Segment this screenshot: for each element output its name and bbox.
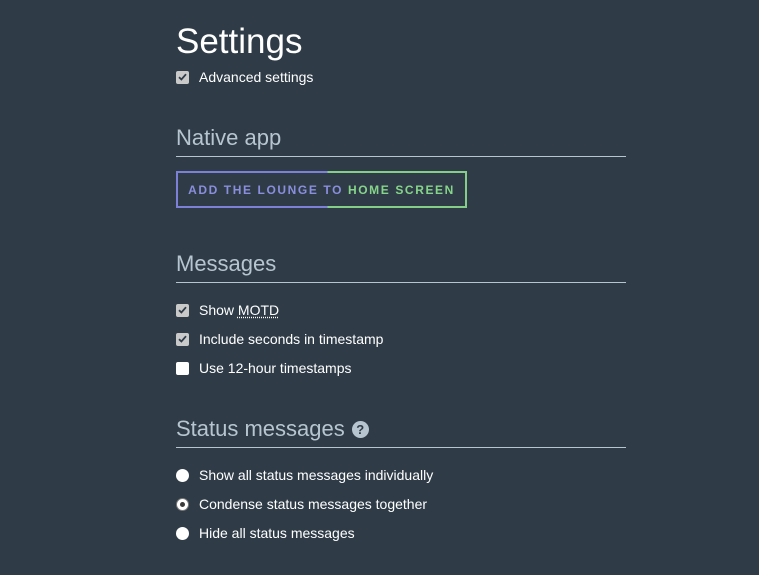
- use-12-hour-label: Use 12-hour timestamps: [199, 360, 352, 376]
- show-motd-checkbox[interactable]: Show MOTD: [176, 300, 279, 320]
- add-to-home-screen-button[interactable]: Add The Lounge to home screen: [176, 171, 467, 208]
- use-12-hour-checkbox[interactable]: Use 12-hour timestamps: [176, 358, 352, 378]
- status-option-condense-label: Condense status messages together: [199, 496, 428, 512]
- status-option-hide-all[interactable]: Hide all status messages: [176, 523, 355, 543]
- checkbox-checked-icon[interactable]: [176, 332, 189, 346]
- radio-unselected-icon[interactable]: [176, 526, 189, 540]
- motd-abbreviation: MOTD: [237, 302, 280, 318]
- include-seconds-label: Include seconds in timestamp: [199, 331, 384, 347]
- advanced-settings-checkbox[interactable]: Advanced settings: [176, 67, 313, 87]
- native-app-heading: Native app: [176, 125, 282, 150]
- show-motd-label-prefix: Show: [199, 302, 238, 318]
- include-seconds-checkbox[interactable]: Include seconds in timestamp: [176, 329, 383, 349]
- checkbox-checked-icon[interactable]: [176, 70, 189, 84]
- status-option-show-all[interactable]: Show all status messages individually: [176, 465, 433, 485]
- radio-dot: [180, 501, 185, 507]
- status-option-hide-all-label: Hide all status messages: [199, 525, 355, 541]
- status-messages-heading-row: Status messages?: [176, 415, 626, 443]
- checkbox-checked-icon[interactable]: [176, 303, 189, 317]
- radio-unselected-icon[interactable]: [176, 468, 189, 482]
- add-to-home-screen-label-part1: Add The Lounge to: [188, 182, 344, 197]
- checkbox-unchecked-icon[interactable]: [176, 361, 189, 375]
- status-messages-section-header: Status messages?: [176, 415, 626, 448]
- messages-section-header: Messages: [176, 250, 626, 283]
- help-icon[interactable]: ?: [351, 421, 369, 438]
- status-messages-heading: Status messages: [176, 416, 345, 441]
- messages-heading: Messages: [176, 251, 277, 276]
- page-title: Settings: [176, 22, 303, 61]
- add-to-home-screen-label-part2: home screen: [347, 182, 455, 197]
- status-option-condense[interactable]: Condense status messages together: [176, 494, 427, 514]
- radio-selected-icon[interactable]: [176, 497, 189, 511]
- native-app-section-header: Native app: [176, 124, 626, 157]
- status-option-show-all-label: Show all status messages individually: [199, 467, 434, 483]
- advanced-settings-label: Advanced settings: [199, 69, 314, 85]
